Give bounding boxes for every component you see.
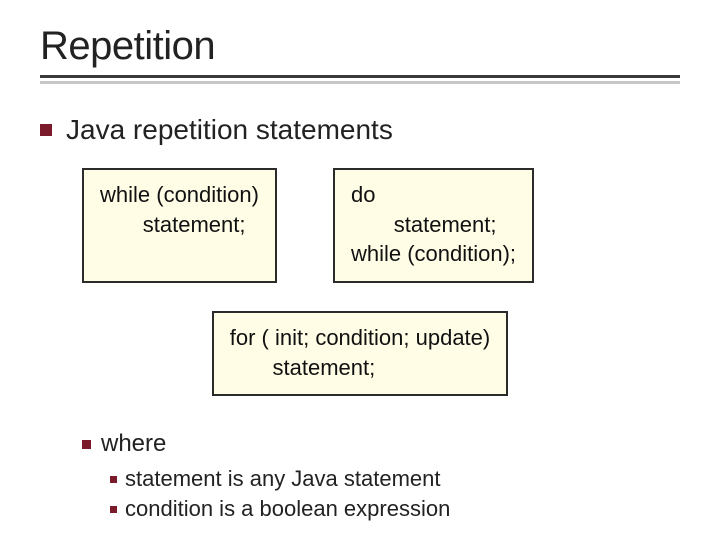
subsub-list: statement is any Java statement conditio… — [110, 466, 680, 522]
code-while-box: while (condition) statement; — [82, 168, 277, 283]
list-item-text: condition is a boolean expression — [125, 496, 450, 522]
square-bullet-icon — [110, 476, 117, 483]
bullet-main: Java repetition statements — [40, 114, 680, 146]
square-bullet-icon — [110, 506, 117, 513]
sub-bullet-block: where statement is any Java statement co… — [82, 430, 680, 522]
list-item-text: statement is any Java statement — [125, 466, 441, 492]
square-bullet-icon — [82, 440, 91, 449]
code-row: while (condition) statement; do statemen… — [82, 168, 680, 283]
sub-bullet-where-text: where — [101, 430, 166, 458]
list-item: condition is a boolean expression — [110, 496, 680, 522]
horizontal-rule — [40, 75, 680, 78]
square-bullet-icon — [40, 124, 52, 136]
slide: Repetition Java repetition statements wh… — [0, 0, 720, 540]
content-area: Java repetition statements while (condit… — [40, 114, 680, 522]
bullet-main-text: Java repetition statements — [66, 114, 393, 146]
page-title: Repetition — [40, 24, 680, 69]
list-item: statement is any Java statement — [110, 466, 680, 492]
sub-bullet-where: where — [82, 430, 680, 458]
code-do-box: do statement; while (condition); — [333, 168, 534, 283]
code-for-box: for ( init; condition; update) statement… — [212, 311, 508, 396]
